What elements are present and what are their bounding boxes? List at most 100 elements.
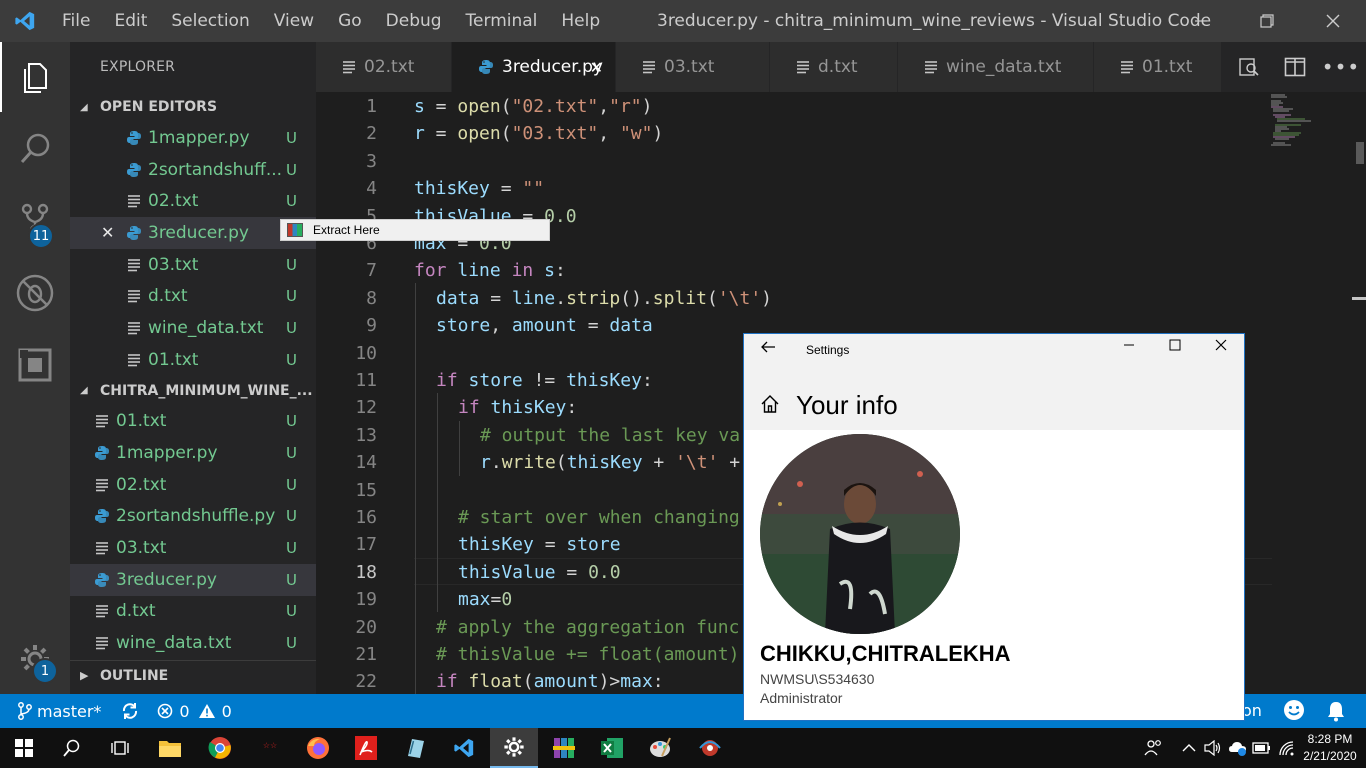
context-menu-extract-here[interactable]: Extract Here [280, 219, 550, 241]
show-hidden-icons-button[interactable] [1182, 728, 1196, 768]
line-number: 16 [355, 507, 377, 528]
branch-indicator[interactable]: master* [18, 702, 101, 721]
back-button[interactable] [760, 339, 776, 360]
close-tab-icon[interactable]: ✕ [590, 58, 603, 77]
file-item[interactable]: 2sortandshuffle.py U [70, 501, 316, 533]
sync-button[interactable] [121, 702, 139, 720]
code-token: = [555, 561, 589, 583]
settings-close-button[interactable] [1214, 338, 1228, 355]
editor-tab[interactable]: 3reducer.py ✕ [452, 42, 616, 92]
menu-file[interactable]: File [50, 11, 102, 31]
file-item[interactable]: 2sortandshuff... U [70, 154, 316, 186]
outline-header[interactable]: ▶ OUTLINE [70, 660, 316, 690]
more-actions-button[interactable]: ••• [1318, 42, 1364, 92]
file-item[interactable]: d.txt U [70, 596, 316, 628]
menu-view[interactable]: View [262, 11, 326, 31]
restore-button[interactable] [1234, 0, 1300, 42]
file-item[interactable]: 01.txt U [70, 344, 316, 376]
taskbar-vscode[interactable] [440, 728, 488, 768]
file-item[interactable]: wine_data.txt U [70, 312, 316, 344]
file-icon [90, 445, 114, 461]
editor-tab[interactable]: wine_data.txt [898, 42, 1094, 92]
code-token: "w" [619, 123, 653, 145]
taskbar-app-misc[interactable] [686, 728, 734, 768]
file-item[interactable]: 1mapper.py U [70, 122, 316, 154]
code-token: amount [533, 671, 599, 693]
file-item[interactable]: wine_data.txt U [70, 627, 316, 659]
git-status: U [286, 475, 297, 494]
explorer-activity[interactable] [0, 42, 70, 112]
profile-photo [760, 434, 960, 634]
code-text: thisKey = "" [414, 175, 544, 202]
file-item[interactable]: 3reducer.py U [70, 563, 316, 596]
taskbar-winrar[interactable] [540, 728, 588, 768]
git-status: U [286, 287, 297, 306]
taskbar-app-project[interactable]: ☆☆ [246, 728, 294, 768]
feedback-button[interactable] [1283, 699, 1305, 725]
settings-minimize-button[interactable] [1122, 338, 1136, 355]
battery-button[interactable] [1252, 728, 1272, 768]
taskbar-notes-app[interactable] [392, 728, 440, 768]
minimap[interactable] [1271, 92, 1331, 152]
taskbar-firefox[interactable] [294, 728, 342, 768]
smiley-icon [1284, 700, 1304, 720]
file-item[interactable]: d.txt U [70, 280, 316, 312]
people-button[interactable] [1144, 728, 1164, 768]
minimize-button[interactable] [1168, 0, 1234, 42]
file-item[interactable]: 03.txt U [70, 532, 316, 564]
manage-activity[interactable] [0, 624, 70, 694]
editor-tab[interactable]: 01.txt [1094, 42, 1222, 92]
editor-scrollbar-thumb[interactable] [1356, 142, 1364, 164]
git-status: U [286, 444, 297, 463]
file-item[interactable]: 1mapper.py U [70, 437, 316, 469]
people-icon [1144, 740, 1161, 756]
chevron-down-icon: ◢ [80, 385, 88, 396]
taskbar-acrobat[interactable] [342, 728, 390, 768]
problems-indicator[interactable]: 0 0 [157, 702, 232, 721]
file-item[interactable]: 02.txt U [70, 185, 316, 217]
menu-selection[interactable]: Selection [159, 11, 261, 31]
editor-tab[interactable]: 03.txt [616, 42, 770, 92]
file-item[interactable]: 01.txt U [70, 406, 316, 438]
sync-status-button[interactable] [1228, 728, 1248, 768]
open-changes-button[interactable] [1226, 42, 1272, 92]
text-file-icon [643, 61, 655, 74]
tab-label: wine_data.txt [946, 57, 1062, 77]
start-button[interactable] [0, 728, 48, 768]
files-icon [24, 63, 47, 93]
file-item[interactable]: 02.txt U [70, 469, 316, 501]
taskbar-paint[interactable] [636, 728, 684, 768]
file-name: 3reducer.py [148, 222, 249, 243]
network-button[interactable] [1278, 728, 1294, 768]
taskbar-excel[interactable] [588, 728, 636, 768]
menu-edit[interactable]: Edit [102, 11, 159, 31]
split-editor-button[interactable] [1272, 42, 1318, 92]
taskbar-file-explorer[interactable] [146, 728, 194, 768]
taskbar-search-button[interactable] [48, 728, 96, 768]
menu-go[interactable]: Go [326, 11, 374, 31]
volume-button[interactable] [1204, 728, 1222, 768]
settings-maximize-button[interactable] [1168, 338, 1182, 355]
close-window-button[interactable] [1300, 0, 1366, 42]
open-editors-label: OPEN EDITORS [100, 99, 218, 115]
editor-tab[interactable]: d.txt [770, 42, 898, 92]
code-token: s [414, 96, 425, 117]
editor-tab[interactable]: 02.txt [316, 42, 452, 92]
folder-header[interactable]: ◢ CHITRA_MINIMUM_WINE_... [70, 376, 316, 406]
line-number: 7 [366, 260, 377, 282]
taskbar-settings[interactable] [490, 728, 538, 768]
system-clock[interactable]: 8:28 PM 2/21/2020 [1300, 731, 1360, 765]
menu-debug[interactable]: Debug [374, 11, 454, 31]
open-editors-header[interactable]: ◢ OPEN EDITORS [70, 92, 316, 122]
search-activity[interactable] [0, 114, 70, 184]
menu-terminal[interactable]: Terminal [454, 11, 550, 31]
debug-activity[interactable] [0, 258, 70, 328]
extensions-activity[interactable] [0, 330, 70, 400]
close-icon[interactable]: ✕ [101, 223, 114, 242]
task-view-button[interactable] [96, 728, 144, 768]
text-file-icon [797, 61, 809, 74]
taskbar-chrome[interactable] [196, 728, 244, 768]
file-item[interactable]: 03.txt U [70, 249, 316, 281]
notifications-button[interactable] [1326, 700, 1346, 726]
home-button[interactable] [760, 394, 780, 419]
